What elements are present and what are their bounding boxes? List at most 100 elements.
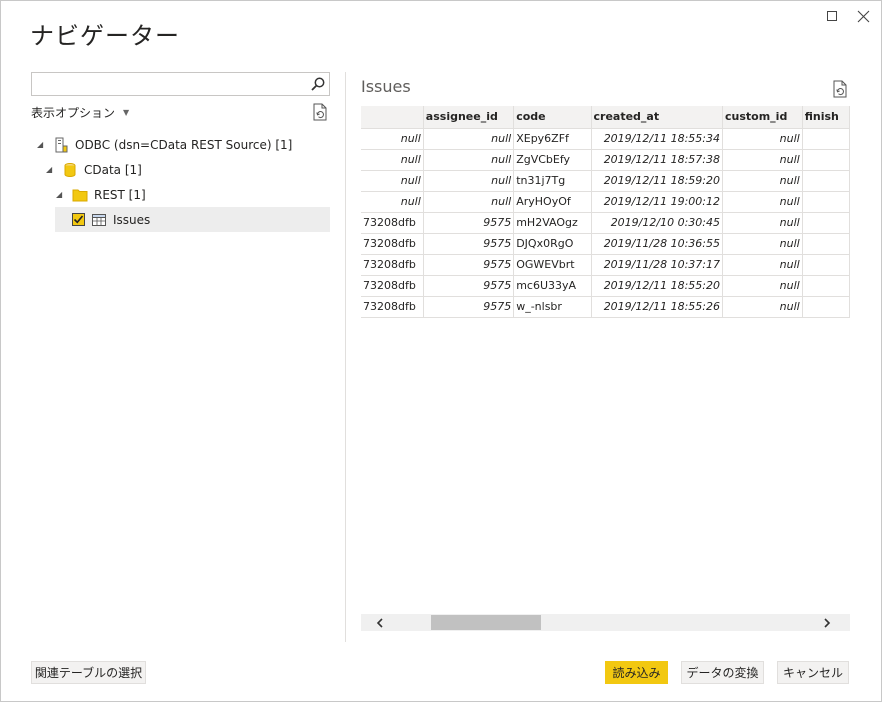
- table-cell[interactable]: [802, 212, 850, 234]
- table-cell[interactable]: 2019/12/10 0:30:45: [591, 212, 723, 234]
- preview-grid[interactable]: assignee_id code created_at custom_id fi…: [361, 106, 850, 614]
- expand-triangle-icon[interactable]: ◢: [56, 190, 66, 199]
- column-header[interactable]: custom_id: [722, 106, 803, 129]
- tree-label: CData [1]: [84, 162, 142, 177]
- table-cell[interactable]: 2019/11/28 10:36:55: [591, 233, 723, 255]
- table-cell[interactable]: 73208dfb: [361, 296, 424, 318]
- table-cell[interactable]: mc6U33yA: [513, 275, 592, 297]
- table-cell[interactable]: [802, 275, 850, 297]
- table-cell[interactable]: 73208dfb: [361, 254, 424, 276]
- horizontal-scrollbar[interactable]: [361, 614, 850, 631]
- checkbox-checked[interactable]: [72, 213, 85, 226]
- table-cell[interactable]: 2019/12/11 18:55:34: [591, 128, 723, 150]
- close-icon[interactable]: [853, 6, 873, 26]
- table-cell[interactable]: 2019/12/11 18:55:26: [591, 296, 723, 318]
- table-cell[interactable]: null: [722, 233, 803, 255]
- table-cell[interactable]: 9575: [423, 212, 515, 234]
- table-row: 73208dfb 9575 OGWEVbrt 2019/11/28 10:37:17 n…: [361, 254, 850, 276]
- chevron-down-icon: ▼: [123, 108, 130, 117]
- table-cell[interactable]: DJQx0RgO: [513, 233, 592, 255]
- table-cell[interactable]: null: [423, 191, 515, 213]
- server-icon: [53, 137, 69, 153]
- column-header[interactable]: finish: [802, 106, 850, 129]
- table-cell[interactable]: [802, 191, 850, 213]
- table-cell[interactable]: 9575: [423, 254, 515, 276]
- table-cell[interactable]: null: [722, 170, 803, 192]
- chevron-left-icon[interactable]: [371, 614, 389, 631]
- display-options-label: 表示オプション: [31, 106, 116, 120]
- load-button[interactable]: 読み込み: [605, 661, 668, 684]
- table-cell[interactable]: 2019/12/11 18:59:20: [591, 170, 723, 192]
- table-cell[interactable]: [802, 233, 850, 255]
- tree-node-issues[interactable]: Issues: [55, 207, 330, 232]
- expand-triangle-icon[interactable]: ◢: [37, 140, 47, 149]
- column-header[interactable]: [361, 106, 424, 129]
- tree-label: Issues: [113, 212, 151, 227]
- table-cell[interactable]: null: [361, 191, 424, 213]
- table-cell[interactable]: null: [423, 128, 515, 150]
- table-row: 73208dfb 9575 mH2VAOgz 2019/12/10 0:30:45 nu…: [361, 212, 850, 234]
- search-field[interactable]: [31, 72, 330, 96]
- table-cell[interactable]: ZgVCbEfy: [513, 149, 592, 171]
- chevron-right-icon[interactable]: [818, 614, 836, 631]
- preview-title: Issues: [361, 77, 411, 96]
- column-header[interactable]: code: [513, 106, 592, 129]
- table-cell[interactable]: null: [722, 128, 803, 150]
- table-cell[interactable]: 73208dfb: [361, 275, 424, 297]
- table-cell[interactable]: [802, 170, 850, 192]
- column-header[interactable]: assignee_id: [423, 106, 515, 129]
- tree-label: REST [1]: [94, 187, 146, 202]
- pane-divider: [345, 72, 346, 642]
- table-cell[interactable]: null: [722, 149, 803, 171]
- table-cell[interactable]: AryHOyOf: [513, 191, 592, 213]
- table-cell[interactable]: XEpy6ZFf: [513, 128, 592, 150]
- refresh-icon[interactable]: [832, 80, 848, 98]
- table-cell[interactable]: null: [722, 212, 803, 234]
- table-cell[interactable]: null: [361, 170, 424, 192]
- table-cell[interactable]: 9575: [423, 275, 515, 297]
- tree-node-odbc[interactable]: ◢ ODBC (dsn=CData REST Source) [1]: [37, 132, 292, 157]
- table-cell[interactable]: OGWEVbrt: [513, 254, 592, 276]
- tree-node-rest[interactable]: ◢ REST [1]: [56, 182, 146, 207]
- table-cell[interactable]: null: [722, 275, 803, 297]
- transform-data-button[interactable]: データの変換: [681, 661, 764, 684]
- search-icon[interactable]: [310, 76, 326, 92]
- table-cell[interactable]: mH2VAOgz: [513, 212, 592, 234]
- table-icon: [91, 212, 107, 228]
- table-cell[interactable]: 9575: [423, 233, 515, 255]
- table-cell[interactable]: 9575: [423, 296, 515, 318]
- table-cell[interactable]: 2019/11/28 10:37:17: [591, 254, 723, 276]
- expand-triangle-icon[interactable]: ◢: [46, 165, 56, 174]
- table-cell[interactable]: 73208dfb: [361, 233, 424, 255]
- table-cell[interactable]: 2019/12/11 18:55:20: [591, 275, 723, 297]
- refresh-icon[interactable]: [312, 103, 328, 121]
- column-header[interactable]: created_at: [591, 106, 723, 129]
- database-icon: [62, 162, 78, 178]
- table-cell[interactable]: null: [423, 149, 515, 171]
- search-input[interactable]: [32, 73, 302, 95]
- table-cell[interactable]: null: [423, 170, 515, 192]
- table-cell[interactable]: tn31j7Tg: [513, 170, 592, 192]
- table-cell[interactable]: 73208dfb: [361, 212, 424, 234]
- cancel-button[interactable]: キャンセル: [777, 661, 849, 684]
- maximize-icon[interactable]: [822, 6, 842, 26]
- data-table: assignee_id code created_at custom_id fi…: [361, 106, 850, 318]
- table-cell[interactable]: [802, 128, 850, 150]
- table-cell[interactable]: 2019/12/11 19:00:12: [591, 191, 723, 213]
- tree-node-cdata[interactable]: ◢ CData [1]: [46, 157, 142, 182]
- window-title: ナビゲーター: [30, 22, 180, 50]
- table-cell[interactable]: [802, 254, 850, 276]
- table-cell[interactable]: null: [722, 296, 803, 318]
- table-cell[interactable]: null: [361, 128, 424, 150]
- table-cell[interactable]: null: [361, 149, 424, 171]
- display-options-dropdown[interactable]: 表示オプション ▼: [31, 104, 129, 121]
- select-related-tables-button[interactable]: 関連テーブルの選択: [31, 661, 146, 684]
- table-row: null null XEpy6ZFf 2019/12/11 18:55:34 null: [361, 128, 850, 150]
- scrollbar-thumb[interactable]: [431, 615, 541, 630]
- table-cell[interactable]: null: [722, 191, 803, 213]
- table-cell[interactable]: [802, 149, 850, 171]
- table-cell[interactable]: null: [722, 254, 803, 276]
- table-cell[interactable]: [802, 296, 850, 318]
- table-cell[interactable]: w_-nlsbr: [513, 296, 592, 318]
- table-cell[interactable]: 2019/12/11 18:57:38: [591, 149, 723, 171]
